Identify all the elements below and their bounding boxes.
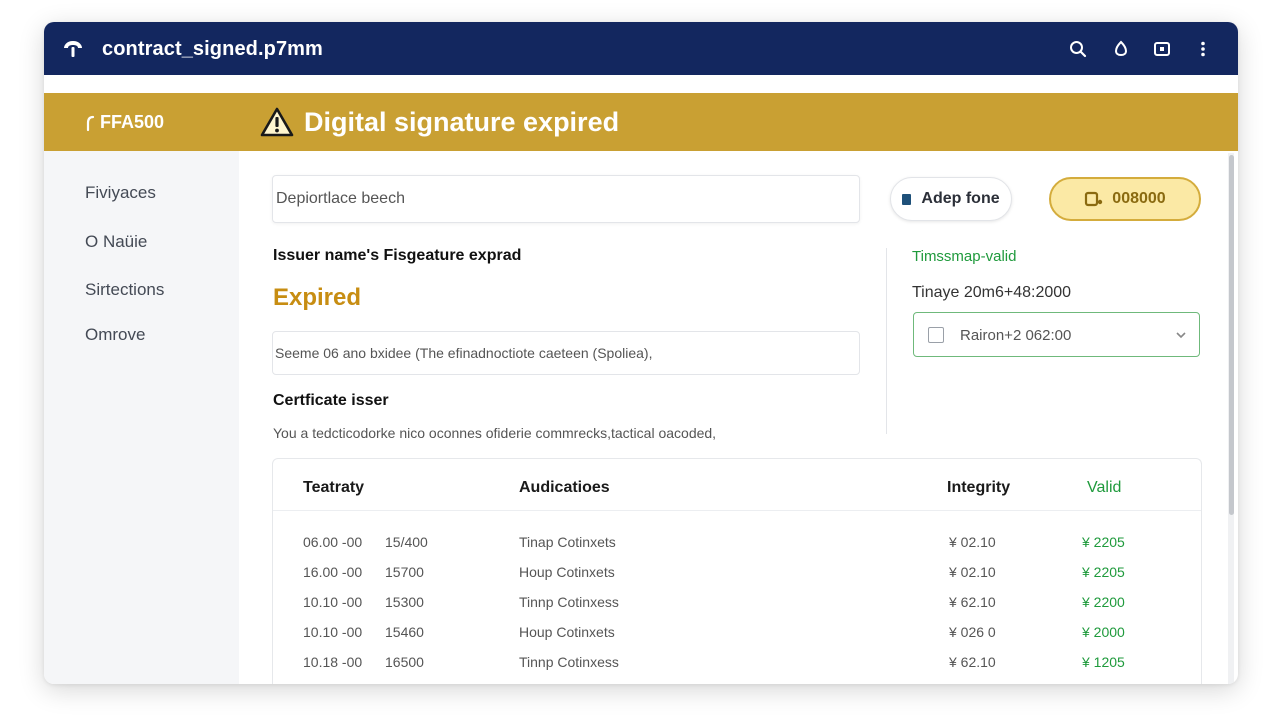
window-title: contract_signed.p7mm: [102, 38, 323, 60]
column-header-teatraty[interactable]: Teatraty: [303, 479, 364, 497]
sidebar: Fiviyaces O Naüie Sirtections Omrove: [44, 151, 239, 684]
row-valid: ¥ 2200: [1082, 594, 1125, 610]
banner-code: FFA500: [84, 112, 164, 133]
row-name: Houp Cotinxets: [519, 624, 615, 640]
search-icon[interactable]: [1067, 38, 1089, 60]
status-expired: Expired: [273, 284, 362, 311]
divider: [886, 248, 887, 434]
column-header-valid[interactable]: Valid: [1087, 479, 1121, 497]
row-valid: ¥ 2000: [1082, 624, 1125, 640]
timestamp-time: Tinaye 20m6+48:2000: [912, 284, 1072, 301]
timestamp-status: Timssmap-valid: [912, 248, 1017, 265]
certificate-heading: Certficate isser: [273, 392, 389, 409]
search-input[interactable]: [272, 175, 860, 223]
chevron-down-icon: [1176, 332, 1186, 339]
row-integrity: ¥ 02.10: [949, 564, 996, 580]
signal-icon: [86, 115, 95, 131]
timezone-select-value: Rairon+2 062:00: [960, 327, 1072, 344]
row-integrity: ¥ 62.10: [949, 594, 996, 610]
row-name: Tinnp Cotinxess: [519, 594, 619, 610]
issuer-heading: Issuer name's Fisgeature exprad: [273, 247, 522, 264]
table-header-divider: [273, 510, 1201, 511]
banner-code-text: FFA500: [100, 112, 165, 132]
column-header-audicatioes[interactable]: Audicatioes: [519, 479, 610, 497]
signature-expired-banner: FFA500 Digital signature expired: [44, 93, 1238, 151]
row-name: Houp Cotinxets: [519, 564, 615, 580]
document-icon: [1085, 191, 1103, 207]
row-integrity: ¥ 62.10: [949, 654, 996, 670]
row-integrity: ¥ 026 0: [949, 624, 996, 640]
sidebar-item-omrove[interactable]: Omrove: [85, 325, 145, 345]
adep-fone-label: Adep fone: [921, 190, 1000, 207]
adep-fone-button[interactable]: Adep fone: [890, 177, 1012, 221]
row-date: 16.00 -00: [303, 564, 363, 580]
note-field: Seeme 06 ano bxidee (The efinadnoctiote …: [272, 331, 860, 375]
scrollbar-thumb[interactable]: [1229, 155, 1234, 515]
certificate-description: You a tedcticodorke nico oconnes ofideri…: [273, 425, 717, 441]
more-options-icon[interactable]: [1192, 38, 1214, 60]
sidebar-item-fiviyaces[interactable]: Fiviyaces: [85, 183, 156, 203]
timezone-select[interactable]: Rairon+2 062:00: [913, 312, 1200, 357]
column-header-integrity[interactable]: Integrity: [947, 479, 1010, 497]
row-number: 15460: [385, 624, 424, 640]
gold-action-label: 008000: [1112, 190, 1166, 207]
select-checkbox[interactable]: [928, 327, 944, 343]
sidebar-item-sirtections[interactable]: Sirtections: [85, 280, 164, 300]
row-name: Tinnp Cotinxess: [519, 654, 619, 670]
row-date: 10.10 -00: [303, 594, 363, 610]
row-number: 15/400: [385, 534, 428, 550]
app-logo-icon: [64, 41, 82, 57]
row-number: 15700: [385, 564, 424, 580]
bell-icon[interactable]: [1110, 38, 1132, 60]
row-date: 10.18 -00: [303, 654, 363, 670]
row-valid: ¥ 2205: [1082, 534, 1125, 550]
app-window: contract_signed.p7mm FFA500 Digital sign…: [44, 22, 1238, 684]
row-date: 06.00 -00: [303, 534, 363, 550]
row-date: 10.10 -00: [303, 624, 363, 640]
title-bar: contract_signed.p7mm: [44, 22, 1238, 75]
square-icon: [902, 193, 912, 205]
row-valid: ¥ 2205: [1082, 564, 1125, 580]
row-number: 15300: [385, 594, 424, 610]
row-valid: ¥ 1205: [1082, 654, 1125, 670]
gold-action-button[interactable]: 008000: [1049, 177, 1201, 221]
warning-icon: [260, 107, 294, 137]
row-number: 16500: [385, 654, 424, 670]
window-icon[interactable]: [1151, 38, 1173, 60]
signature-table: Teatraty Audicatioes Integrity Valid 06.…: [272, 458, 1202, 684]
row-name: Tinap Cotinxets: [519, 534, 616, 550]
banner-message: Digital signature expired: [304, 107, 620, 137]
row-integrity: ¥ 02.10: [949, 534, 996, 550]
sidebar-item-naue[interactable]: O Naüie: [85, 232, 147, 252]
